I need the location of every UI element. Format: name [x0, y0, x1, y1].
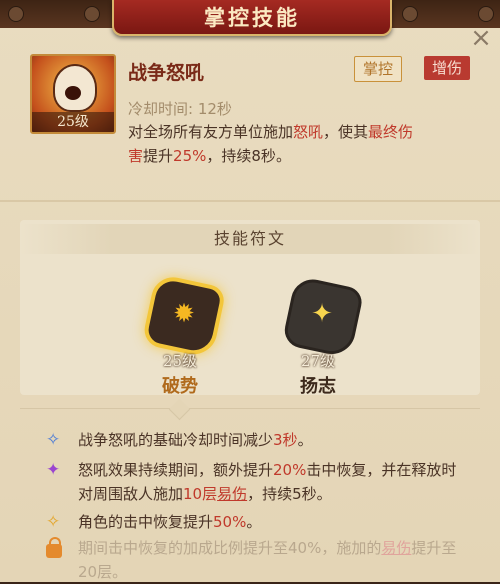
close-icon[interactable]: × — [470, 23, 492, 53]
tag-damage-boost: 增伤 — [424, 56, 471, 80]
close-button[interactable]: × — [468, 23, 494, 53]
skill-name: 战争怒吼 — [128, 62, 205, 84]
rune-name: 扬志 — [300, 376, 336, 397]
rune-name: 破势 — [162, 376, 198, 397]
skill-icon[interactable]: 25级 — [30, 54, 116, 134]
rune-section-title: 技能符文 — [20, 224, 480, 254]
star-rune-icon: ✦ — [311, 299, 333, 329]
rune-level: 27级 — [300, 352, 336, 370]
list-divider — [20, 408, 480, 409]
roar-mouth — [65, 86, 81, 100]
section-divider — [0, 200, 500, 202]
rune-effect: 战争怒吼的基础冷却时间减少3秒。 — [78, 431, 313, 449]
roar-keyword: 怒吼 — [293, 123, 324, 141]
flame-rune-icon: ✹ — [173, 299, 195, 329]
skill-description: 对全场所有友方单位施加怒吼，使其最终伤 害提升25%，持续8秒。 — [128, 123, 414, 165]
diamond-purple-icon: ✦ — [46, 460, 61, 480]
page-title: 掌控技能 — [112, 0, 392, 36]
diamond-blue-icon: ✧ — [46, 430, 61, 450]
lock-icon — [46, 537, 62, 558]
rune-level: 25级 — [162, 352, 198, 370]
rune-effect: 角色的击中恢复提升50%。 — [78, 513, 262, 531]
skill-cooldown: 冷却时间: 12秒 — [128, 100, 232, 118]
locked-rune-effect: 期间击中恢复的加成比例提升至40%，施加的易伤提升至20层。 — [78, 539, 457, 581]
tag-control: 掌控 — [354, 56, 403, 82]
rune-effect: 怒吼效果持续期间，额外提升20%击中恢复，并在释放时对周围敌人施加10层易伤，持… — [78, 461, 457, 503]
skill-level: 25级 — [32, 112, 114, 132]
diamond-yellow-icon: ✧ — [46, 512, 61, 532]
